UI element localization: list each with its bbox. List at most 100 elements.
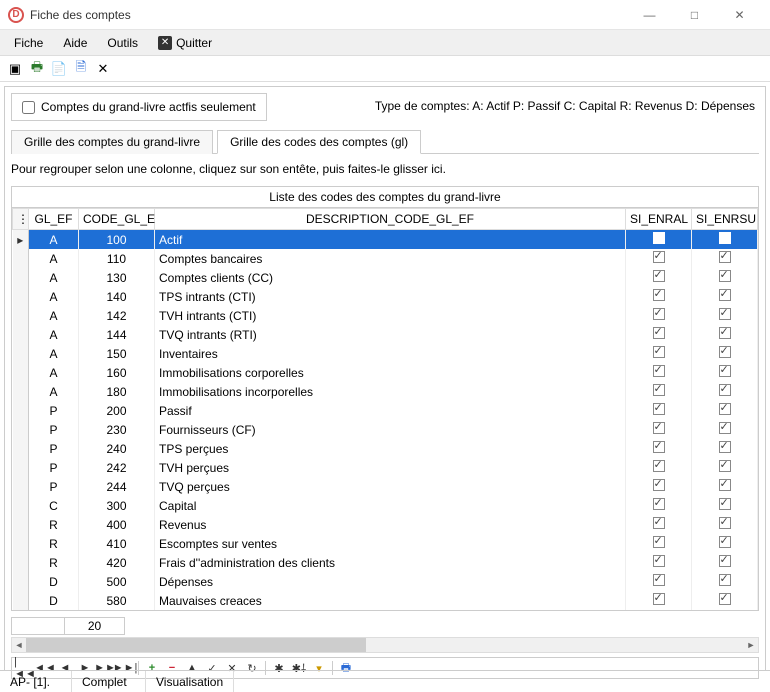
col-indicator[interactable]: ⋮≡ <box>13 209 29 230</box>
scroll-thumb[interactable] <box>26 638 366 652</box>
cell-enrsu[interactable] <box>692 496 758 515</box>
cell-enrsu[interactable] <box>692 363 758 382</box>
record-count-value: 20 <box>65 617 125 635</box>
col-gl[interactable]: GL_EF <box>29 209 79 230</box>
cell-enrsu[interactable] <box>692 553 758 572</box>
cell-enrsu[interactable] <box>692 287 758 306</box>
maximize-button[interactable]: □ <box>672 0 717 30</box>
active-accounts-input[interactable] <box>22 101 35 114</box>
menu-fiche[interactable]: Fiche <box>4 32 53 54</box>
cell-enrsu[interactable] <box>692 439 758 458</box>
cell-code: 144 <box>79 325 155 344</box>
cell-enrsu[interactable] <box>692 344 758 363</box>
table-row[interactable]: P244TVQ perçues <box>13 477 758 496</box>
cell-gl: P <box>29 458 79 477</box>
tool-select-icon[interactable]: ▣ <box>6 60 24 78</box>
cell-enral[interactable] <box>626 496 692 515</box>
tab-grille-comptes[interactable]: Grille des comptes du grand-livre <box>11 130 213 154</box>
cell-enrsu[interactable] <box>692 458 758 477</box>
table-row[interactable]: D580Mauvaises creaces <box>13 591 758 610</box>
active-accounts-checkbox[interactable]: Comptes du grand-livre actfis seulement <box>11 93 267 121</box>
cell-enral[interactable] <box>626 420 692 439</box>
cell-enral[interactable] <box>626 591 692 610</box>
table-row[interactable]: ▸A100Actif <box>13 230 758 250</box>
menu-quitter[interactable]: ✕ Quitter <box>148 32 222 54</box>
cell-enrsu[interactable] <box>692 515 758 534</box>
horizontal-scrollbar[interactable]: ◄ ► <box>11 637 759 653</box>
table-row[interactable]: C300Capital <box>13 496 758 515</box>
cell-enrsu[interactable] <box>692 401 758 420</box>
cell-enrsu[interactable] <box>692 572 758 591</box>
table-row[interactable]: A142TVH intrants (CTI) <box>13 306 758 325</box>
cell-enral[interactable] <box>626 553 692 572</box>
table-row[interactable]: R420Frais d''administration des clients <box>13 553 758 572</box>
cell-enral[interactable] <box>626 572 692 591</box>
col-enrsu[interactable]: SI_ENRSU <box>692 209 758 230</box>
cell-enral[interactable] <box>626 249 692 268</box>
col-code[interactable]: CODE_GL_EF <box>79 209 155 230</box>
table-row[interactable]: P230Fournisseurs (CF) <box>13 420 758 439</box>
row-indicator <box>13 344 29 363</box>
cell-desc: Comptes clients (CC) <box>155 268 626 287</box>
cell-enral[interactable] <box>626 268 692 287</box>
menu-outils[interactable]: Outils <box>97 32 148 54</box>
tab-grille-codes[interactable]: Grille des codes des comptes (gl) <box>217 130 421 154</box>
cell-enrsu[interactable] <box>692 477 758 496</box>
tool-export-icon[interactable]: 📄 <box>50 60 68 78</box>
table-row[interactable]: A110Comptes bancaires <box>13 249 758 268</box>
cell-enral[interactable] <box>626 458 692 477</box>
cell-enrsu[interactable] <box>692 249 758 268</box>
cell-enrsu[interactable] <box>692 230 758 250</box>
cell-enral[interactable] <box>626 306 692 325</box>
table-row[interactable]: A180Immobilisations incorporelles <box>13 382 758 401</box>
cell-enral[interactable] <box>626 287 692 306</box>
table-row[interactable]: A144TVQ intrants (RTI) <box>13 325 758 344</box>
tool-save-icon[interactable]: 🗎 <box>72 60 90 78</box>
col-desc[interactable]: DESCRIPTION_CODE_GL_EF <box>155 209 626 230</box>
tool-print-icon[interactable]: 🖶 <box>28 60 46 78</box>
tool-close-icon[interactable]: ✕ <box>94 60 112 78</box>
cell-code: 142 <box>79 306 155 325</box>
cell-enrsu[interactable] <box>692 382 758 401</box>
scroll-right-icon[interactable]: ► <box>744 638 758 652</box>
table-row[interactable]: A130Comptes clients (CC) <box>13 268 758 287</box>
cell-enral[interactable] <box>626 382 692 401</box>
col-enral[interactable]: SI_ENRAL <box>626 209 692 230</box>
table-row[interactable]: R400Revenus <box>13 515 758 534</box>
cell-enral[interactable] <box>626 344 692 363</box>
table-row[interactable]: R410Escomptes sur ventes <box>13 534 758 553</box>
cell-enral[interactable] <box>626 325 692 344</box>
cell-enrsu[interactable] <box>692 306 758 325</box>
row-indicator <box>13 458 29 477</box>
minimize-button[interactable]: — <box>627 0 672 30</box>
cell-gl: A <box>29 268 79 287</box>
cell-enral[interactable] <box>626 534 692 553</box>
cell-enral[interactable] <box>626 230 692 250</box>
cell-enral[interactable] <box>626 515 692 534</box>
cell-enrsu[interactable] <box>692 591 758 610</box>
cell-enrsu[interactable] <box>692 534 758 553</box>
cell-code: 150 <box>79 344 155 363</box>
table-row[interactable]: P240TPS perçues <box>13 439 758 458</box>
cell-enrsu[interactable] <box>692 420 758 439</box>
cell-enral[interactable] <box>626 439 692 458</box>
active-accounts-label: Comptes du grand-livre actfis seulement <box>41 100 256 114</box>
cell-enral[interactable] <box>626 363 692 382</box>
cell-desc: Immobilisations corporelles <box>155 363 626 382</box>
table-row[interactable]: A150Inventaires <box>13 344 758 363</box>
cell-enrsu[interactable] <box>692 268 758 287</box>
row-indicator <box>13 496 29 515</box>
table-row[interactable]: A160Immobilisations corporelles <box>13 363 758 382</box>
list-title: Liste des codes des comptes du grand-liv… <box>11 186 759 207</box>
menu-aide[interactable]: Aide <box>53 32 97 54</box>
cell-enrsu[interactable] <box>692 325 758 344</box>
cell-enral[interactable] <box>626 401 692 420</box>
scroll-left-icon[interactable]: ◄ <box>12 638 26 652</box>
table-row[interactable]: P242TVH perçues <box>13 458 758 477</box>
table-row[interactable]: D500Dépenses <box>13 572 758 591</box>
close-button[interactable]: ✕ <box>717 0 762 30</box>
accounts-grid[interactable]: ⋮≡ GL_EF CODE_GL_EF DESCRIPTION_CODE_GL_… <box>11 207 759 611</box>
table-row[interactable]: P200Passif <box>13 401 758 420</box>
table-row[interactable]: A140TPS intrants (CTI) <box>13 287 758 306</box>
cell-enral[interactable] <box>626 477 692 496</box>
